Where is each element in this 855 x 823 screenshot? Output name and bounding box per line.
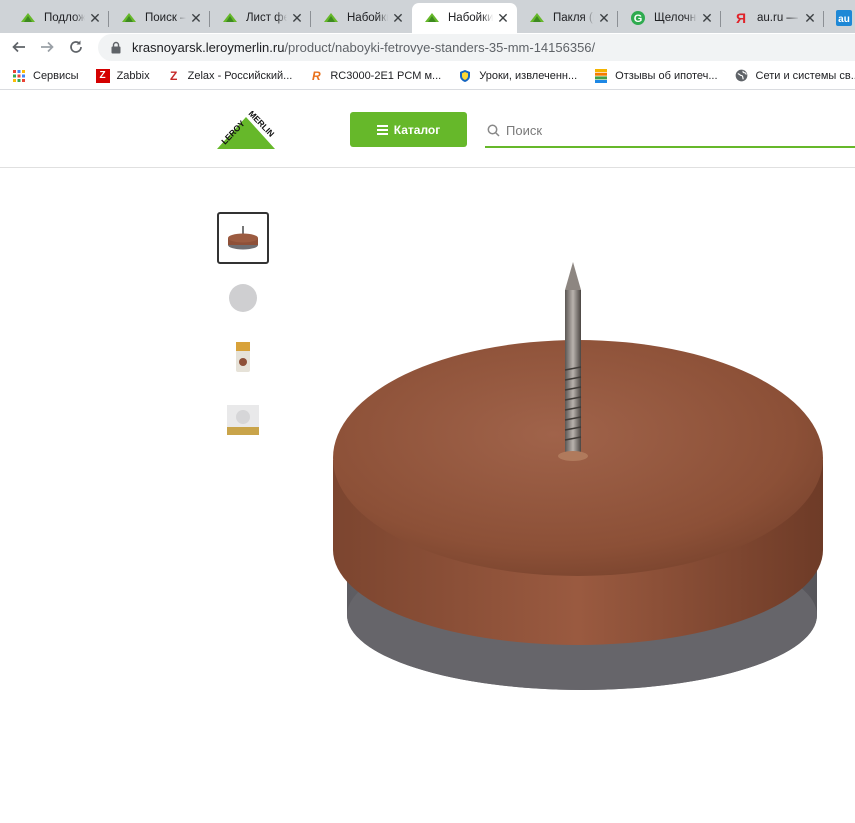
bookmarks-bar: Сервисы Z Zabbix Z Zelax - Российский...… (0, 62, 855, 90)
svg-text:G: G (634, 13, 643, 25)
thumb-brown-pad[interactable] (217, 212, 269, 264)
catalog-label: Каталог (393, 122, 441, 137)
close-icon[interactable]: ✕ (699, 10, 715, 26)
bookmark-label: Zabbix (116, 69, 150, 82)
bookmark-item[interactable]: Сервисы (12, 69, 79, 83)
tab-title: Поиск – л (145, 12, 186, 24)
bookmark-label: Zelax - Российский... (187, 69, 293, 82)
product-thumbnail (229, 284, 257, 312)
search-input[interactable] (506, 122, 826, 138)
back-button[interactable] (9, 37, 29, 57)
browser-tab[interactable]: Набойки ✕ (311, 3, 412, 33)
leroy-merlin-icon (530, 13, 544, 22)
svg-text:au: au (838, 14, 850, 25)
forward-button[interactable] (37, 37, 57, 57)
bookmark-label: Сервисы (33, 69, 79, 82)
product-thumbnail (228, 226, 258, 250)
address-bar[interactable]: krasnoyarsk.leroymerlin.ru/product/naboy… (98, 34, 855, 61)
rc-icon: R (311, 68, 321, 83)
browser-tab[interactable]: G Щелочно ✕ (618, 3, 721, 33)
svg-text:Я: Я (736, 10, 746, 26)
apps-grid-icon (12, 69, 26, 83)
tab-title: Щелочно (654, 12, 697, 24)
arrow-right-icon (41, 41, 54, 53)
menu-icon (376, 123, 388, 137)
tab-title: Набойки (347, 12, 388, 24)
browser-tab[interactable]: au (824, 3, 855, 33)
bars-icon (594, 68, 608, 83)
bookmark-label: Уроки, извлеченн... (479, 69, 578, 82)
tab-title: Лист фетр (246, 12, 287, 24)
shield-icon (458, 69, 472, 83)
product-thumbnail (227, 405, 259, 435)
au-icon: au (836, 10, 852, 26)
product-thumbnail (236, 342, 250, 372)
close-icon[interactable]: ✕ (188, 10, 204, 26)
lock-icon (111, 41, 121, 54)
leroy-merlin-icon (425, 13, 439, 22)
tab-title: au.ru — К (757, 12, 800, 24)
bookmark-item[interactable]: Отзывы об ипотеч... (594, 68, 718, 83)
url-path: /product/naboyki-fetrovye-standers-35-mm… (284, 40, 596, 55)
bookmark-label: Отзывы об ипотеч... (615, 69, 718, 82)
close-icon[interactable]: ✕ (87, 10, 103, 26)
zelax-icon: Z (169, 68, 178, 83)
site-header: LEROY MERLIN Каталог (0, 90, 855, 168)
zabbix-icon: Z (95, 68, 110, 83)
globe-icon (735, 69, 749, 83)
leroy-merlin-icon (324, 13, 338, 22)
close-icon[interactable]: ✕ (596, 10, 612, 26)
browser-tab[interactable]: Пакля (вс ✕ (517, 3, 618, 33)
browser-tab-strip: Подложк ✕ Поиск – л ✕ Лист фетр ✕ Набойк… (0, 0, 855, 33)
browser-tab[interactable]: Подложк ✕ (8, 3, 109, 33)
close-icon[interactable]: ✕ (289, 10, 305, 26)
green-g-icon: G (631, 11, 645, 25)
bookmark-item[interactable]: Уроки, извлеченн... (458, 69, 577, 83)
thumb-box[interactable] (217, 394, 269, 446)
browser-tab[interactable]: Поиск – л ✕ (109, 3, 210, 33)
close-icon[interactable]: ✕ (390, 10, 406, 26)
leroy-merlin-icon (122, 13, 136, 22)
search-box[interactable] (485, 114, 855, 148)
bookmark-label: RC3000-2E1 PCM м... (330, 69, 442, 82)
browser-tab-active[interactable]: Набойки ✕ (412, 3, 517, 33)
catalog-button[interactable]: Каталог (350, 112, 467, 147)
tab-title: Пакля (вс (553, 12, 594, 24)
browser-toolbar: krasnoyarsk.leroymerlin.ru/product/naboy… (0, 33, 855, 62)
tab-title: Набойки (448, 12, 493, 24)
close-icon[interactable]: ✕ (495, 10, 511, 26)
arrow-left-icon (12, 41, 25, 53)
leroy-merlin-icon (223, 13, 237, 22)
tab-title: Подложк (44, 12, 85, 24)
close-icon[interactable]: ✕ (802, 10, 818, 26)
bookmark-item[interactable]: Z Zabbix (95, 68, 150, 83)
yandex-icon: Я (736, 10, 746, 26)
bookmark-item[interactable]: Сети и системы св... (735, 69, 855, 83)
bookmark-item[interactable]: R RC3000-2E1 PCM м... (309, 69, 441, 83)
leroy-merlin-logo[interactable]: LEROY MERLIN (215, 111, 277, 151)
thumb-gray-felt[interactable] (217, 272, 269, 324)
browser-tab[interactable]: Я au.ru — К ✕ (721, 3, 824, 33)
leroy-merlin-icon (21, 13, 35, 22)
thumb-package[interactable] (217, 332, 269, 384)
reload-button[interactable] (66, 37, 86, 57)
browser-tab[interactable]: Лист фетр ✕ (210, 3, 311, 33)
product-main-image (333, 262, 823, 690)
bookmark-item[interactable]: Z Zelax - Российский... (167, 68, 293, 83)
url-host: krasnoyarsk.leroymerlin.ru (132, 40, 285, 55)
reload-icon (70, 40, 82, 53)
search-icon (487, 124, 500, 137)
bookmark-label: Сети и системы св... (755, 69, 855, 82)
